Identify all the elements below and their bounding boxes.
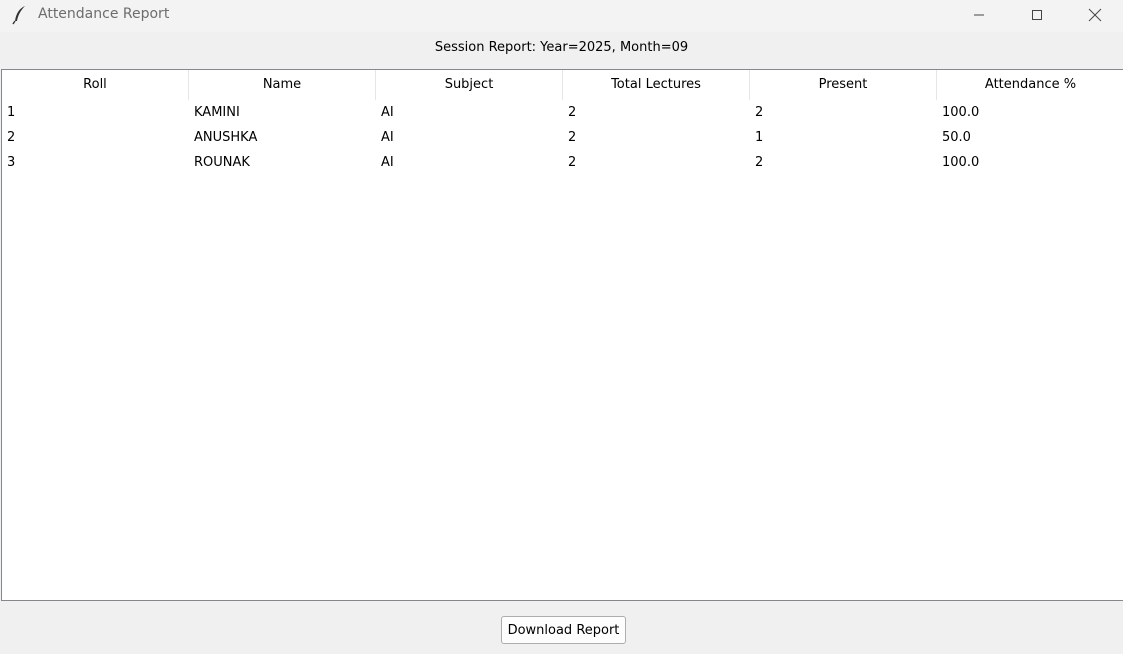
download-report-button[interactable]: Download Report — [501, 616, 626, 644]
column-header-roll[interactable]: Roll — [2, 70, 189, 100]
cell-subject: AI — [381, 155, 394, 170]
maximize-button[interactable] — [1008, 0, 1066, 30]
window-title: Attendance Report — [38, 6, 170, 22]
attendance-table[interactable]: Roll Name Subject Total Lectures Present… — [1, 69, 1123, 601]
cell-total-lectures: 2 — [568, 130, 577, 145]
cell-roll: 2 — [7, 130, 16, 145]
column-header-name[interactable]: Name — [189, 70, 376, 100]
column-header-total-lectures[interactable]: Total Lectures — [563, 70, 750, 100]
cell-name: ROUNAK — [194, 155, 250, 170]
cell-roll: 3 — [7, 155, 16, 170]
session-report-label: Session Report: Year=2025, Month=09 — [434, 40, 689, 55]
cell-present: 1 — [755, 130, 764, 145]
title-bar[interactable]: Attendance Report — [0, 0, 1123, 32]
close-icon — [1088, 8, 1102, 22]
cell-subject: AI — [381, 105, 394, 120]
cell-name: ANUSHKA — [194, 130, 258, 145]
table-row[interactable]: 2 ANUSHKA AI 2 1 50.0 — [2, 125, 1123, 150]
cell-present: 2 — [755, 105, 764, 120]
column-header-attendance-percent[interactable]: Attendance % — [937, 70, 1123, 100]
cell-total-lectures: 2 — [568, 105, 577, 120]
maximize-icon — [1031, 9, 1043, 21]
table-header: Roll Name Subject Total Lectures Present… — [2, 70, 1123, 100]
cell-subject: AI — [381, 130, 394, 145]
column-header-present[interactable]: Present — [750, 70, 937, 100]
cell-attendance-percent: 50.0 — [942, 130, 971, 145]
cell-attendance-percent: 100.0 — [942, 155, 980, 170]
cell-name: KAMINI — [194, 105, 240, 120]
minimize-icon — [973, 9, 985, 21]
feather-icon — [12, 5, 28, 25]
attendance-report-window: Attendance Report Session Report: Year=2… — [0, 0, 1123, 654]
cell-roll: 1 — [7, 105, 16, 120]
table-body: 1 KAMINI AI 2 2 100.0 2 ANUSHKA AI 2 1 5… — [2, 100, 1123, 175]
cell-attendance-percent: 100.0 — [942, 105, 980, 120]
close-button[interactable] — [1066, 0, 1123, 30]
minimize-button[interactable] — [950, 0, 1008, 30]
table-row[interactable]: 3 ROUNAK AI 2 2 100.0 — [2, 150, 1123, 175]
column-header-subject[interactable]: Subject — [376, 70, 563, 100]
cell-present: 2 — [755, 155, 764, 170]
cell-total-lectures: 2 — [568, 155, 577, 170]
table-row[interactable]: 1 KAMINI AI 2 2 100.0 — [2, 100, 1123, 125]
